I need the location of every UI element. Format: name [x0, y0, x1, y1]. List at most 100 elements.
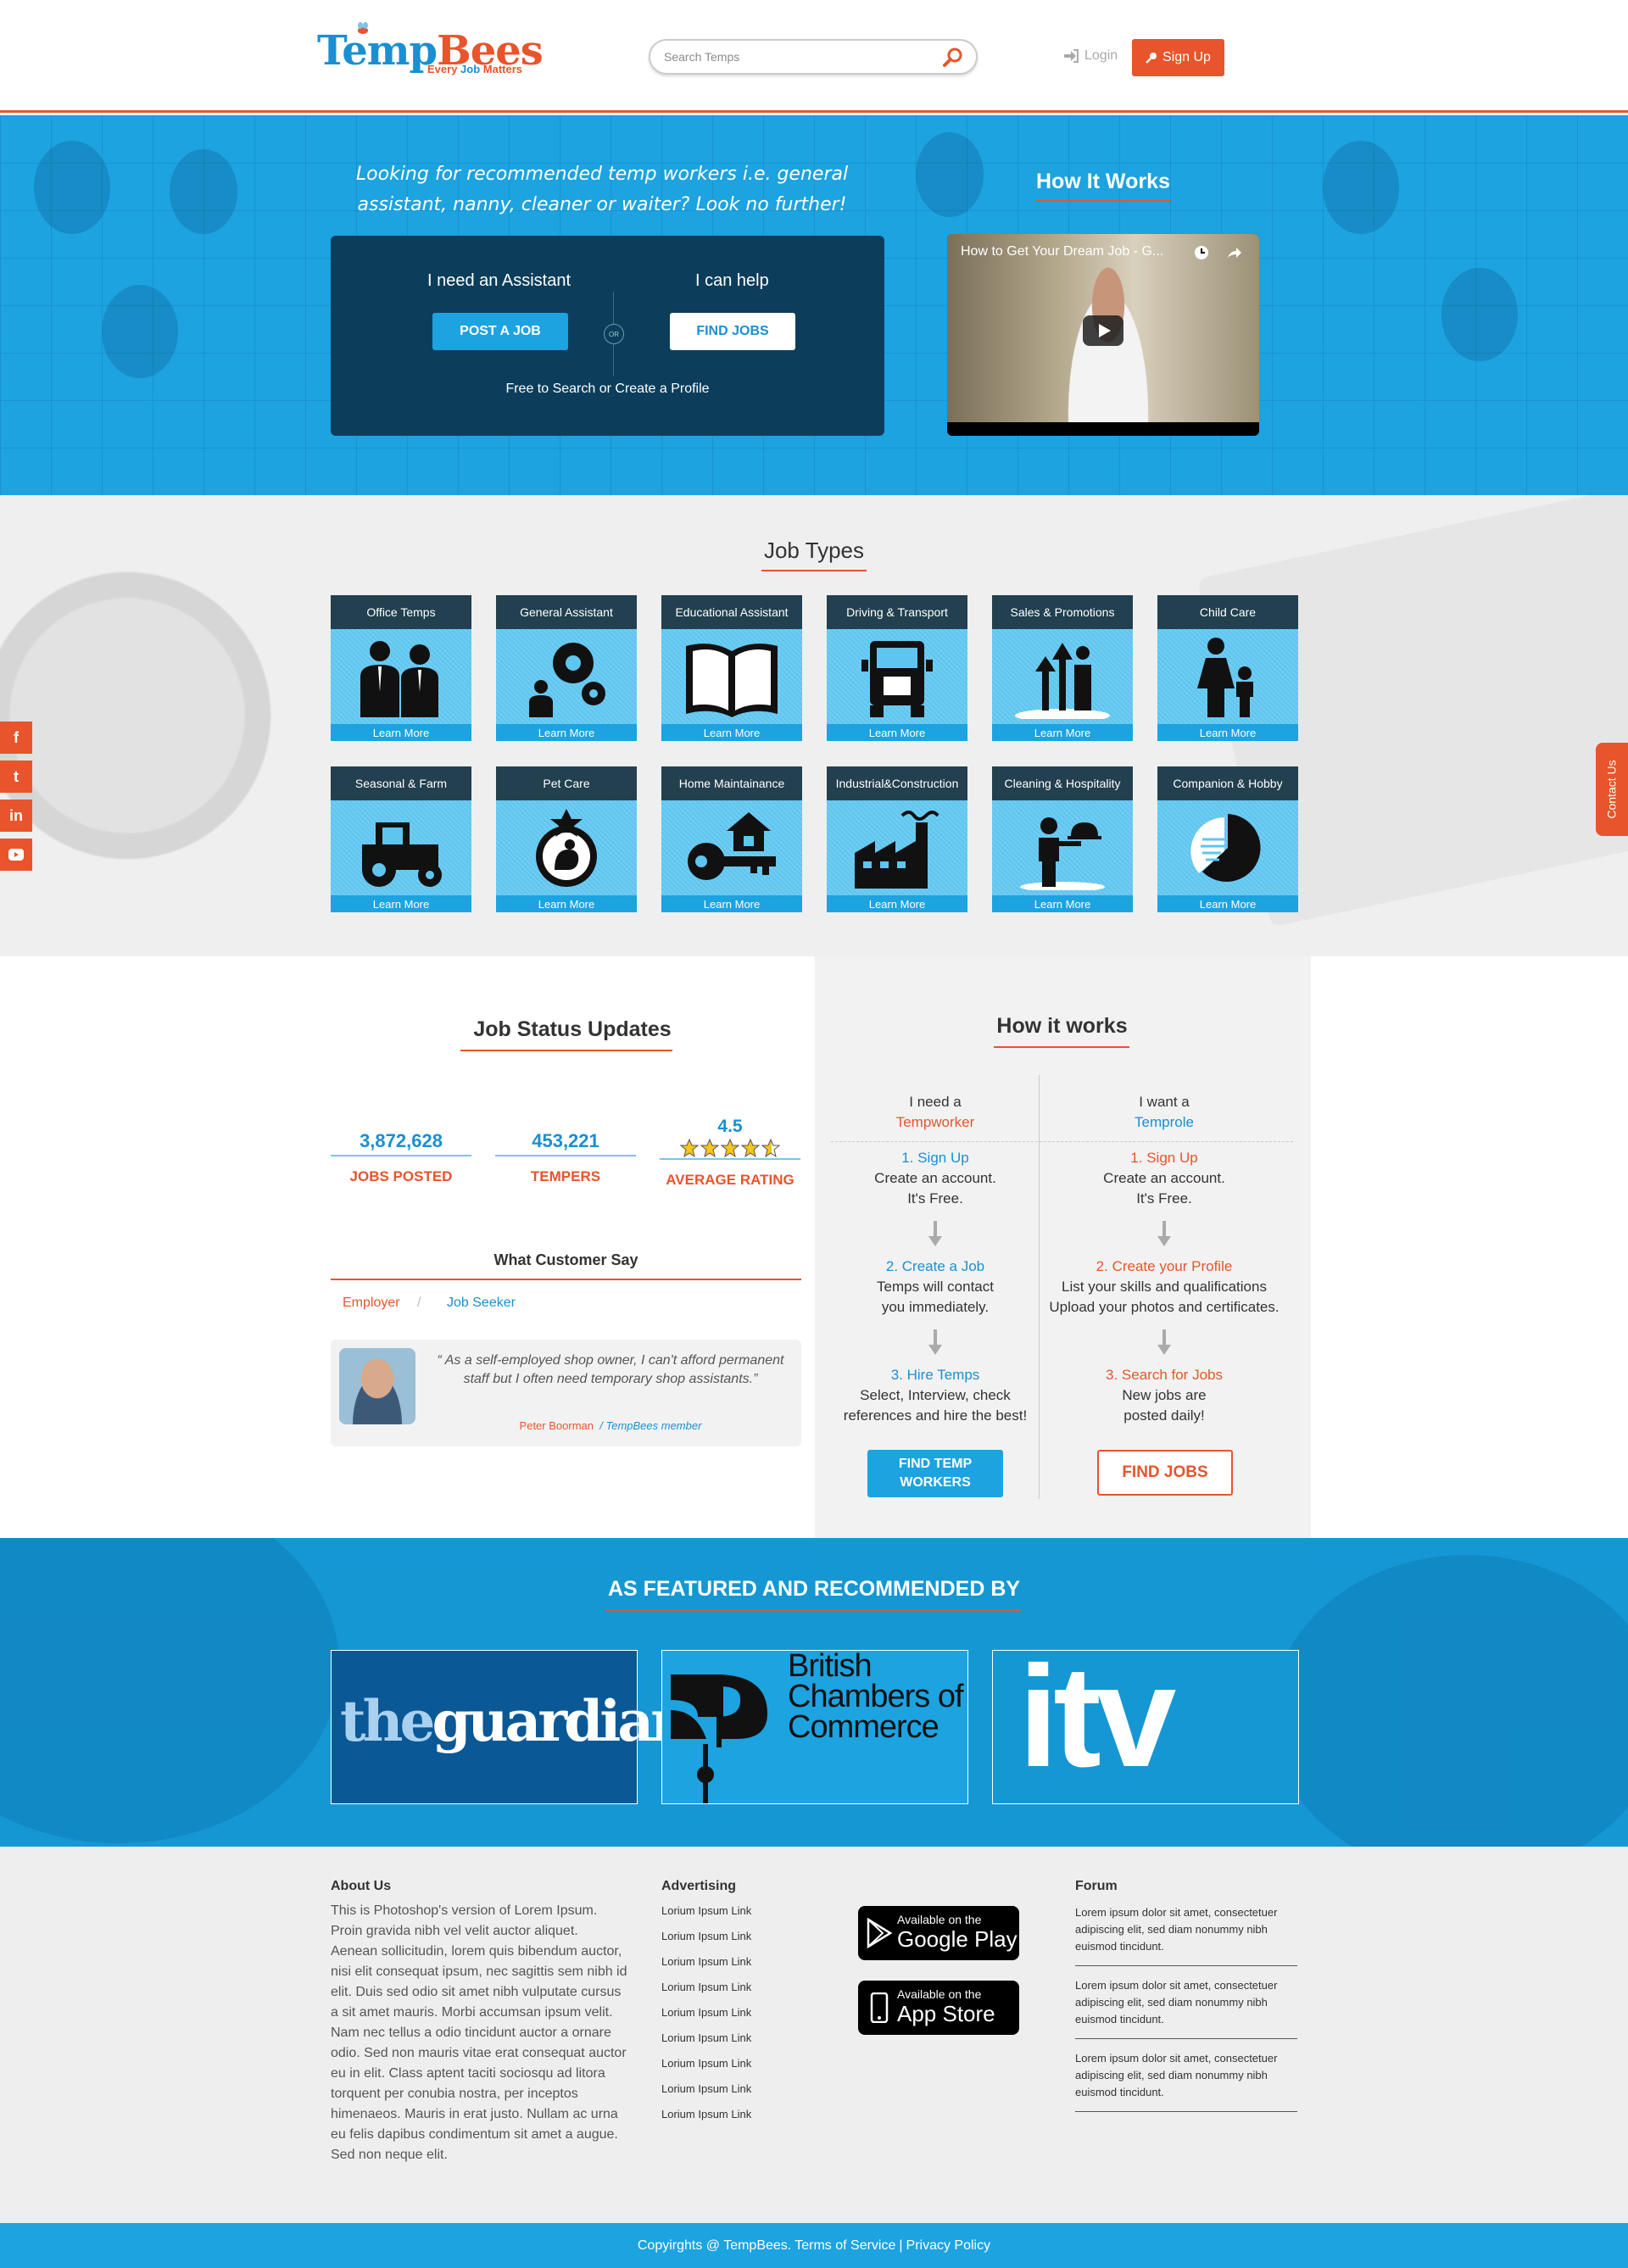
job-card-office-temps[interactable]: Office Temps Learn More	[331, 595, 471, 741]
find-temp-workers-button[interactable]: FIND TEMP WORKERS	[867, 1450, 1003, 1497]
heading-underline	[331, 1279, 801, 1280]
job-card-label: Seasonal & Farm	[331, 766, 471, 800]
job-card-image	[827, 629, 967, 724]
job-card-industrial-construction[interactable]: Industrial&Construction Learn More	[827, 766, 967, 912]
job-card-image	[1157, 800, 1298, 895]
itv-logo[interactable]: itv	[992, 1636, 1299, 1804]
customer-say-heading: What Customer Say	[493, 1251, 638, 1268]
learn-more-link[interactable]: Learn More	[992, 895, 1133, 912]
watch-later-icon[interactable]	[1193, 244, 1210, 261]
job-card-seasonal-farm[interactable]: Seasonal & Farm Learn More	[331, 766, 471, 912]
job-card-companion-hobby[interactable]: Companion & Hobby Learn More	[1157, 766, 1298, 912]
free-search-text: Free to Search or Create a Profile	[505, 382, 710, 396]
tab-employer[interactable]: Employer	[343, 1296, 400, 1311]
find-jobs-button[interactable]: FIND JOBS	[670, 313, 795, 350]
play-button[interactable]	[1083, 315, 1123, 346]
signup-button[interactable]: Sign Up	[1132, 39, 1224, 76]
learn-more-link[interactable]: Learn More	[496, 895, 637, 912]
star-icon	[721, 1139, 739, 1157]
twitter-icon[interactable]: t	[0, 761, 32, 793]
login-link[interactable]: Login	[1062, 48, 1118, 64]
arrow-down-icon	[928, 1221, 942, 1246]
video-player[interactable]: How to Get Your Dream Job - G...	[947, 234, 1259, 436]
share-icon[interactable]	[1225, 244, 1242, 261]
job-card-image	[331, 629, 471, 724]
linkedin-icon[interactable]: in	[0, 800, 32, 832]
youtube-play-icon	[8, 849, 24, 861]
pie-icon	[1190, 814, 1261, 882]
job-card-pet-care[interactable]: Pet Care Learn More	[496, 766, 637, 912]
or-badge: OR	[604, 324, 624, 344]
bcc-emblem-icon	[671, 1675, 767, 1803]
contact-us-tab[interactable]: Contact Us	[1596, 743, 1628, 836]
advertising-link[interactable]: Lorium Ipsum Link	[661, 2082, 751, 2108]
stat-label: AVERAGE RATING	[666, 1172, 794, 1188]
advertising-link[interactable]: Lorium Ipsum Link	[661, 2057, 751, 2082]
site-header: TempBees Every Job Matters Login Sign Up	[0, 0, 1628, 113]
job-card-cleaning-hospitality[interactable]: Cleaning & Hospitality Learn More	[992, 766, 1133, 912]
job-card-general-assistant[interactable]: General Assistant Learn More	[496, 595, 637, 741]
job-card-sales-promotions[interactable]: Sales & Promotions Learn More	[992, 595, 1133, 741]
learn-more-link[interactable]: Learn More	[331, 724, 471, 741]
learn-more-link[interactable]: Learn More	[331, 895, 471, 912]
facebook-icon[interactable]: f	[0, 722, 32, 754]
learn-more-link[interactable]: Learn More	[1157, 895, 1298, 912]
job-card-image	[496, 800, 637, 895]
advertising-link[interactable]: Lorium Ipsum Link	[661, 1930, 751, 1955]
learn-more-link[interactable]: Learn More	[827, 724, 967, 741]
job-card-label: Cleaning & Hospitality	[992, 766, 1133, 800]
advertising-link[interactable]: Lorium Ipsum Link	[661, 2006, 751, 2031]
login-label: Login	[1084, 48, 1118, 63]
learn-more-link[interactable]: Learn More	[1157, 724, 1298, 741]
learn-more-link[interactable]: Learn More	[661, 724, 802, 741]
forum-item[interactable]: Lorem ipsum dolor sit amet, consectetuer…	[1075, 2050, 1297, 2112]
mother-child-icon	[1197, 638, 1253, 717]
search-input[interactable]	[664, 47, 918, 66]
advertising-link[interactable]: Lorium Ipsum Link	[661, 2108, 751, 2133]
stat-jobs-posted: 3,872,628 JOBS POSTED	[331, 1126, 471, 1185]
google-play-icon	[867, 1918, 893, 1948]
learn-more-link[interactable]: Learn More	[496, 724, 637, 741]
forum-item[interactable]: Lorem ipsum dolor sit amet, consectetuer…	[1075, 1904, 1297, 1966]
about-text: This is Photoshop's version of Lorem Ips…	[331, 1903, 627, 2162]
app-store-badge[interactable]: Available on the App Store	[858, 1981, 1019, 2035]
privacy-link[interactable]: Privacy Policy	[906, 2238, 991, 2254]
hero-face-image	[916, 132, 984, 217]
guardian-logo[interactable]: theguardian	[331, 1650, 691, 1804]
tempworker-heading: I need a Tempworker	[895, 1094, 975, 1130]
search-icon[interactable]	[942, 47, 964, 69]
job-card-child-care[interactable]: Child Care Learn More	[1157, 595, 1298, 741]
find-jobs-button[interactable]: FIND JOBS	[1097, 1450, 1233, 1496]
terms-link[interactable]: Terms of Service	[794, 2238, 895, 2254]
advertising-link[interactable]: Lorium Ipsum Link	[661, 1955, 751, 1981]
video-title[interactable]: How to Get Your Dream Job - G...	[961, 244, 1198, 259]
learn-more-link[interactable]: Learn More	[827, 895, 967, 912]
key-icon	[1146, 53, 1157, 64]
truck-icon	[861, 641, 933, 717]
job-card-home-maintainance[interactable]: Home Maintainance Learn More	[661, 766, 802, 912]
british-chambers-logo[interactable]: British Chambers of Commerce	[661, 1650, 968, 1804]
job-card-label: General Assistant	[496, 595, 637, 629]
job-card-driving-transport[interactable]: Driving & Transport Learn More	[827, 595, 967, 741]
coffee-cup-background	[0, 546, 322, 885]
advertising-link[interactable]: Lorium Ipsum Link	[661, 1981, 751, 2006]
left-step-3: 3. Hire Temps Select, Interview, check ref…	[843, 1367, 1028, 1424]
gears-icon	[529, 643, 605, 717]
tab-job-seeker[interactable]: Job Seeker	[447, 1296, 516, 1311]
post-job-button[interactable]: POST A JOB	[432, 313, 568, 350]
advertising-link[interactable]: Lorium Ipsum Link	[661, 2031, 751, 2057]
hero-face-image	[170, 149, 237, 234]
job-card-label: Educational Assistant	[661, 595, 802, 629]
heading-underline	[761, 570, 867, 571]
forum-item[interactable]: Lorem ipsum dolor sit amet, consectetuer…	[1075, 1977, 1297, 2039]
learn-more-link[interactable]: Learn More	[661, 895, 802, 912]
google-play-badge[interactable]: Available on the Google Play	[858, 1906, 1019, 1960]
footer-separator: |	[899, 2237, 903, 2253]
advertising-link[interactable]: Lorium Ipsum Link	[661, 1904, 751, 1930]
job-status-heading: Job Status Updates	[473, 1017, 672, 1041]
tempbees-logo[interactable]: TempBees Every Job Matters	[317, 22, 544, 80]
featured-heading: AS FEATURED AND RECOMMENDED BY	[607, 1577, 1021, 1601]
learn-more-link[interactable]: Learn More	[992, 724, 1133, 741]
youtube-icon[interactable]	[0, 839, 32, 871]
job-card-educational-assistant[interactable]: Educational Assistant Learn More	[661, 595, 802, 741]
